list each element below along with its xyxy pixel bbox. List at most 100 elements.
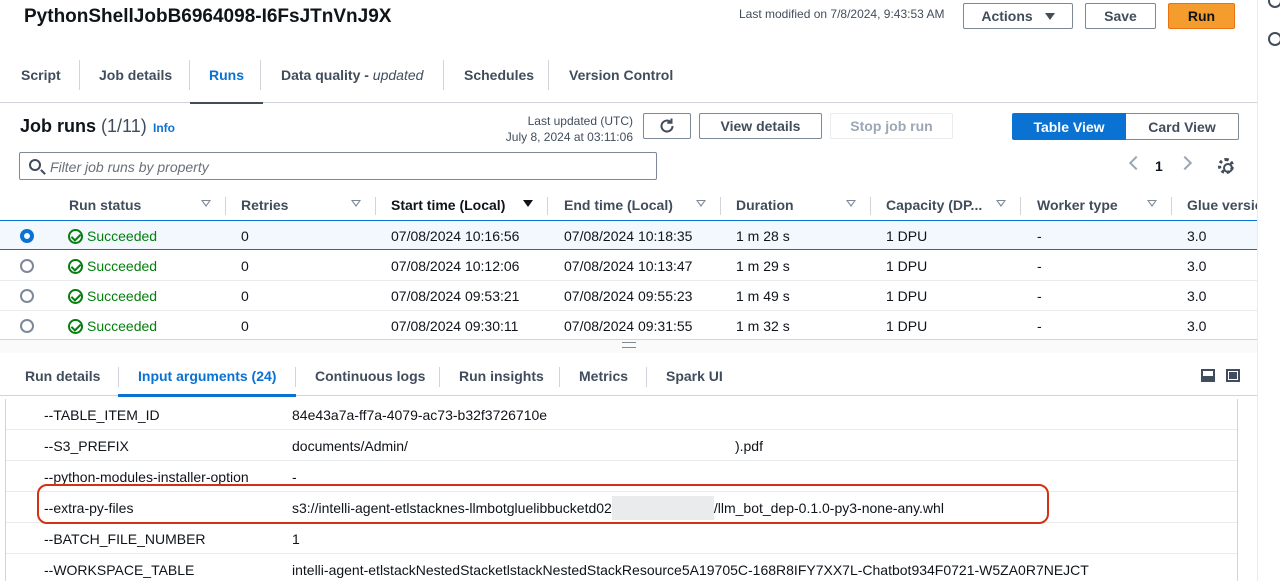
duration-cell: 1 m 32 s xyxy=(736,318,790,334)
table-view-toggle[interactable]: Table View xyxy=(1012,113,1126,140)
tab-metrics[interactable]: Metrics xyxy=(579,356,628,396)
column-header-capacity[interactable]: Capacity (DP... xyxy=(886,189,982,220)
retries-cell: 0 xyxy=(241,288,249,304)
row-select-radio[interactable] xyxy=(20,229,34,243)
argument-value: 84e43a7a-ff7a-4079-ac73-b32f3726710e xyxy=(292,406,548,423)
argument-row: --extra-py-files s3://intelli-agent-etls… xyxy=(6,492,1237,523)
column-header-glue-version[interactable]: Glue versio xyxy=(1187,189,1257,220)
sort-icon[interactable] xyxy=(996,200,1006,207)
worker-type-cell: - xyxy=(1037,258,1042,274)
worker-type-cell: - xyxy=(1037,318,1042,334)
tab-divider xyxy=(559,367,560,387)
row-select-radio[interactable] xyxy=(20,259,34,273)
gear-icon[interactable] xyxy=(1218,158,1234,174)
worker-type-cell: - xyxy=(1037,228,1042,244)
column-header-retries[interactable]: Retries xyxy=(241,189,288,220)
retries-cell: 0 xyxy=(241,318,249,334)
tab-run-insights[interactable]: Run insights xyxy=(459,356,544,396)
worker-type-cell: - xyxy=(1037,288,1042,304)
card-view-toggle[interactable]: Card View xyxy=(1126,113,1239,140)
tab-continuous-logs[interactable]: Continuous logs xyxy=(315,356,425,396)
capacity-cell: 1 DPU xyxy=(886,228,928,244)
save-button[interactable]: Save xyxy=(1085,3,1156,29)
column-header-duration[interactable]: Duration xyxy=(736,189,794,220)
sort-icon[interactable] xyxy=(1147,200,1157,207)
table-row[interactable]: Succeeded 0 07/08/2024 10:12:06 07/08/20… xyxy=(0,251,1257,281)
success-check-icon xyxy=(68,288,83,304)
table-row[interactable]: Succeeded 0 07/08/2024 10:16:56 07/08/20… xyxy=(0,220,1257,250)
run-button[interactable]: Run xyxy=(1168,3,1235,29)
argument-key: --python-modules-installer-option xyxy=(44,468,249,485)
tab-divider xyxy=(79,60,80,90)
glue-version-cell: 3.0 xyxy=(1187,318,1207,334)
tab-runs[interactable]: Runs xyxy=(190,46,263,104)
filter-input[interactable] xyxy=(50,157,650,177)
sort-icon[interactable] xyxy=(201,200,211,207)
start-time-cell: 07/08/2024 09:30:11 xyxy=(391,318,519,334)
actions-button[interactable]: Actions xyxy=(963,3,1073,29)
column-divider xyxy=(225,197,226,215)
table-row[interactable]: Succeeded 0 07/08/2024 09:53:21 07/08/20… xyxy=(0,281,1257,311)
table-row[interactable]: Succeeded 0 07/08/2024 09:30:11 07/08/20… xyxy=(0,311,1257,339)
sort-icon[interactable] xyxy=(696,200,706,207)
panel-side-icon[interactable] xyxy=(1226,369,1240,382)
job-tabs: Script Job details Runs Data quality - u… xyxy=(0,46,1257,104)
tab-script[interactable]: Script xyxy=(21,46,61,103)
argument-value: - xyxy=(292,468,297,485)
duration-cell: 1 m 49 s xyxy=(736,288,790,304)
row-select-radio[interactable] xyxy=(20,289,34,303)
column-divider xyxy=(375,197,376,215)
resize-handle-icon[interactable] xyxy=(622,342,636,348)
argument-value: s3://intelli-agent-etlstacknes-llmbotglu… xyxy=(292,492,944,523)
argument-value-suffix: ).pdf xyxy=(734,437,763,454)
argument-row: --python-modules-installer-option - xyxy=(6,461,1237,492)
sort-descending-icon[interactable] xyxy=(523,200,533,207)
page-number[interactable]: 1 xyxy=(1155,158,1163,174)
tab-divider xyxy=(118,367,119,387)
right-side-rail xyxy=(1257,0,1280,581)
tab-divider xyxy=(260,60,261,90)
run-status: Succeeded xyxy=(87,258,158,274)
argument-row: --TABLE_ITEM_ID 84e43a7a-ff7a-4079-ac73-… xyxy=(6,399,1237,430)
sort-icon[interactable] xyxy=(351,200,361,207)
caret-down-icon xyxy=(1044,12,1055,20)
filter-job-runs[interactable] xyxy=(19,152,657,180)
tab-job-details[interactable]: Job details xyxy=(99,46,172,103)
redacted-region xyxy=(611,495,714,520)
column-header-start-time[interactable]: Start time (Local) xyxy=(391,189,505,220)
previous-page-icon[interactable] xyxy=(1128,155,1144,171)
capacity-cell: 1 DPU xyxy=(886,288,928,304)
last-updated: Last updated (UTC) July 8, 2024 at 03:11… xyxy=(506,113,633,145)
next-page-icon[interactable] xyxy=(1177,155,1193,171)
argument-key: --extra-py-files xyxy=(44,499,134,516)
view-details-button[interactable]: View details xyxy=(699,113,822,139)
tab-input-arguments[interactable]: Input arguments (24) xyxy=(117,356,298,397)
tab-divider xyxy=(439,367,440,387)
tab-spark-ui[interactable]: Spark UI xyxy=(666,356,723,396)
refresh-button[interactable] xyxy=(643,113,691,139)
tab-data-quality[interactable]: Data quality - updated xyxy=(281,46,423,103)
start-time-cell: 07/08/2024 10:12:06 xyxy=(391,258,520,274)
stop-job-run-button[interactable]: Stop job run xyxy=(830,113,953,139)
argument-key: --TABLE_ITEM_ID xyxy=(44,406,160,423)
success-check-icon xyxy=(68,258,83,274)
info-link[interactable]: Info xyxy=(153,121,175,135)
row-select-radio[interactable] xyxy=(20,319,34,333)
column-header-worker-type[interactable]: Worker type xyxy=(1037,189,1118,220)
tab-divider xyxy=(443,60,444,90)
retries-cell: 0 xyxy=(241,258,249,274)
start-time-cell: 07/08/2024 10:16:56 xyxy=(391,228,520,244)
settings-panel-icon[interactable] xyxy=(1268,32,1280,46)
glue-version-cell: 3.0 xyxy=(1187,258,1207,274)
tab-version-control[interactable]: Version Control xyxy=(569,46,673,103)
panel-bottom-icon[interactable] xyxy=(1201,369,1215,382)
start-time-cell: 07/08/2024 09:53:21 xyxy=(391,288,520,304)
sort-icon[interactable] xyxy=(846,200,856,207)
success-check-icon xyxy=(68,228,83,244)
column-header-end-time[interactable]: End time (Local) xyxy=(564,189,673,220)
argument-value-prefix: s3://intelli-agent-etlstacknes-llmbotglu… xyxy=(292,499,612,516)
argument-value: 1 xyxy=(292,530,300,547)
tab-run-details[interactable]: Run details xyxy=(25,356,100,396)
tab-schedules[interactable]: Schedules xyxy=(464,46,534,103)
column-header-run-status[interactable]: Run status xyxy=(69,189,141,220)
